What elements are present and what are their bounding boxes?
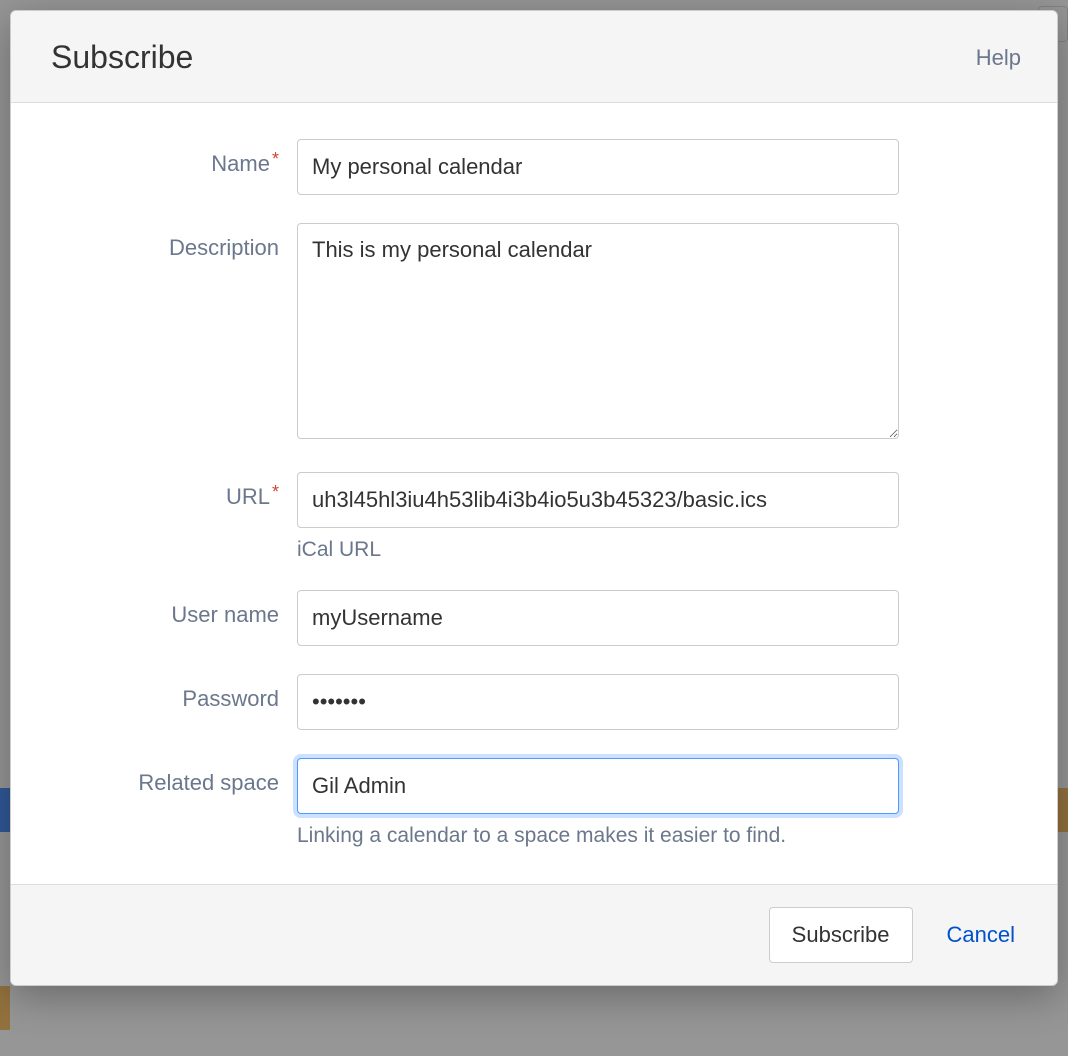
field-row-description: Description bbox=[67, 223, 1001, 444]
required-star-icon: * bbox=[272, 149, 279, 169]
description-textarea[interactable] bbox=[297, 223, 899, 439]
required-star-icon: * bbox=[272, 482, 279, 502]
username-field-wrap bbox=[297, 590, 899, 646]
url-input[interactable] bbox=[297, 472, 899, 528]
description-label: Description bbox=[67, 223, 297, 261]
url-field-wrap: iCal URL bbox=[297, 472, 899, 562]
subscribe-dialog: Subscribe Help Name* Description bbox=[10, 10, 1058, 986]
password-field-wrap bbox=[297, 674, 899, 730]
help-link[interactable]: Help bbox=[976, 45, 1021, 71]
cancel-button[interactable]: Cancel bbox=[941, 921, 1021, 949]
dialog-title: Subscribe bbox=[51, 39, 193, 76]
password-label: Password bbox=[67, 674, 297, 712]
username-input[interactable] bbox=[297, 590, 899, 646]
related-space-helper-text: Linking a calendar to a space makes it e… bbox=[297, 824, 899, 848]
related-space-input[interactable] bbox=[297, 758, 899, 814]
dialog-header: Subscribe Help bbox=[11, 11, 1057, 103]
url-label: URL* bbox=[67, 472, 297, 510]
field-row-password: Password bbox=[67, 674, 1001, 730]
related-space-label: Related space bbox=[67, 758, 297, 796]
url-label-text: URL bbox=[226, 484, 270, 509]
field-row-url: URL* iCal URL bbox=[67, 472, 1001, 562]
name-field-wrap bbox=[297, 139, 899, 195]
dialog-body: Name* Description URL* iCal URL bbox=[11, 103, 1057, 884]
name-label-text: Name bbox=[211, 151, 270, 176]
name-label: Name* bbox=[67, 139, 297, 177]
url-helper-text: iCal URL bbox=[297, 538, 899, 562]
modal-backdrop: Subscribe Help Name* Description bbox=[0, 0, 1068, 1056]
field-row-username: User name bbox=[67, 590, 1001, 646]
related-space-field-wrap: Linking a calendar to a space makes it e… bbox=[297, 758, 899, 848]
field-row-name: Name* bbox=[67, 139, 1001, 195]
username-label: User name bbox=[67, 590, 297, 628]
name-input[interactable] bbox=[297, 139, 899, 195]
description-field-wrap bbox=[297, 223, 899, 444]
field-row-related-space: Related space Linking a calendar to a sp… bbox=[67, 758, 1001, 848]
subscribe-button[interactable]: Subscribe bbox=[769, 907, 913, 963]
password-input[interactable] bbox=[297, 674, 899, 730]
dialog-footer: Subscribe Cancel bbox=[11, 884, 1057, 985]
